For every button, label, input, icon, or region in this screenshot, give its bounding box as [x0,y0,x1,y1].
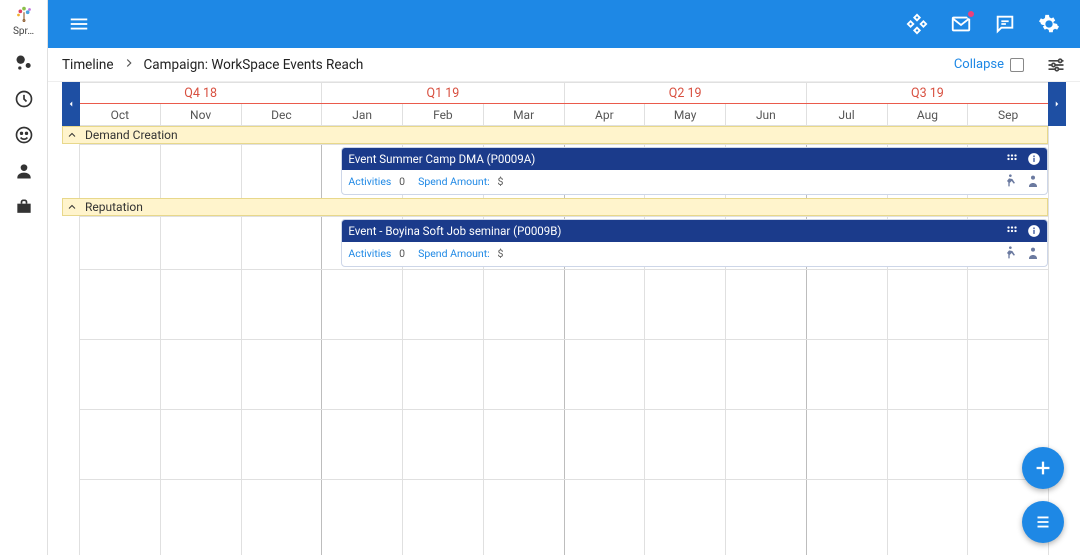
nav-history-icon[interactable] [14,89,34,109]
month-row: Oct Nov Dec Jan Feb Mar Apr May Jun Jul … [80,104,1048,126]
month-cell: May [645,104,726,125]
fab-list-button[interactable] [1022,501,1064,543]
left-nav-rail: Spr… [0,0,48,555]
timeline-next-button[interactable] [1048,82,1066,126]
nav-person-icon[interactable] [14,161,34,181]
nav-briefcase-icon[interactable] [14,197,34,217]
collapse-checkbox-icon [1010,58,1024,72]
nav-bubble-chart-icon[interactable] [14,53,34,73]
breadcrumb-page: Campaign: WorkSpace Events Reach [144,57,364,73]
chevron-up-icon[interactable] [63,127,81,143]
activities-label: Activities [348,247,391,260]
group-header: Reputation [62,198,1048,216]
group-label: Demand Creation [81,128,178,142]
quarter-cell: Q1 19 [322,82,564,103]
timeline-prev-button[interactable] [62,82,80,126]
brand-label: Spr… [13,26,34,37]
timeline-gutter-left [62,126,80,555]
tune-icon[interactable] [1046,55,1066,75]
owner-icon[interactable] [1025,173,1041,189]
tree-icon [13,4,35,26]
mail-badge [966,9,976,19]
event-title: Event Summer Camp DMA (P0009A) [348,152,535,166]
timeline-grid: Demand Creation Event Summer Camp DMA (P… [80,126,1048,555]
month-cell: Jul [807,104,888,125]
month-cell: Sep [968,104,1048,125]
quarter-cell: Q2 19 [565,82,807,103]
month-cell: Apr [565,104,646,125]
chevron-up-icon[interactable] [63,199,81,215]
event-card[interactable]: Event Summer Camp DMA (P0009A) Activitie… [341,147,1048,195]
collapse-label: Collapse [954,57,1004,72]
event-title: Event - Boyina Soft Job seminar (P0009B) [348,224,561,238]
group-header: Demand Creation [62,126,1048,144]
app-switcher-icon[interactable] [906,13,928,35]
drag-grid-icon[interactable] [1005,224,1019,238]
runner-icon[interactable] [1001,173,1017,189]
month-cell: Nov [161,104,242,125]
month-cell: Dec [242,104,323,125]
runner-icon[interactable] [1001,245,1017,261]
month-cell: Jun [726,104,807,125]
quarter-cell: Q3 19 [807,82,1048,103]
month-cell: Jan [322,104,403,125]
month-cell: Feb [403,104,484,125]
nav-smile-icon[interactable] [14,125,34,145]
activities-label: Activities [348,175,391,188]
event-card[interactable]: Event - Boyina Soft Job seminar (P0009B)… [341,219,1048,267]
month-cell: Oct [80,104,161,125]
activities-value: 0 [399,175,405,188]
hamburger-menu-icon[interactable] [68,13,90,35]
drag-grid-icon[interactable] [1005,152,1019,166]
quarter-cell: Q4 18 [80,82,322,103]
month-cell: Aug [888,104,969,125]
activities-value: 0 [399,247,405,260]
brand-logo: Spr… [13,4,35,37]
breadcrumb-root[interactable]: Timeline [62,57,114,73]
content-area: Timeline Campaign: WorkSpace Events Reac… [48,48,1080,555]
quarter-row: Q4 18 Q1 19 Q2 19 Q3 19 [80,82,1048,104]
spend-value: $ [498,247,504,260]
chat-icon[interactable] [994,13,1016,35]
collapse-button[interactable]: Collapse [946,53,1032,76]
month-cell: Mar [484,104,565,125]
timeline-view: Q4 18 Q1 19 Q2 19 Q3 19 Oct Nov Dec Jan … [62,82,1066,555]
app-topbar [48,0,1080,48]
gear-icon[interactable] [1038,13,1060,35]
spend-label: Spend Amount: [418,247,490,260]
info-icon[interactable] [1027,152,1041,166]
breadcrumb-bar: Timeline Campaign: WorkSpace Events Reac… [48,48,1080,82]
group-label: Reputation [81,200,143,214]
mail-icon[interactable] [950,13,972,35]
spend-value: $ [498,175,504,188]
chevron-right-icon [122,56,136,74]
spend-label: Spend Amount: [418,175,490,188]
timeline-header: Q4 18 Q1 19 Q2 19 Q3 19 Oct Nov Dec Jan … [62,82,1066,126]
timeline-body: Demand Creation Event Summer Camp DMA (P… [62,126,1066,555]
info-icon[interactable] [1027,224,1041,238]
owner-icon[interactable] [1025,245,1041,261]
fab-add-button[interactable] [1022,447,1064,489]
